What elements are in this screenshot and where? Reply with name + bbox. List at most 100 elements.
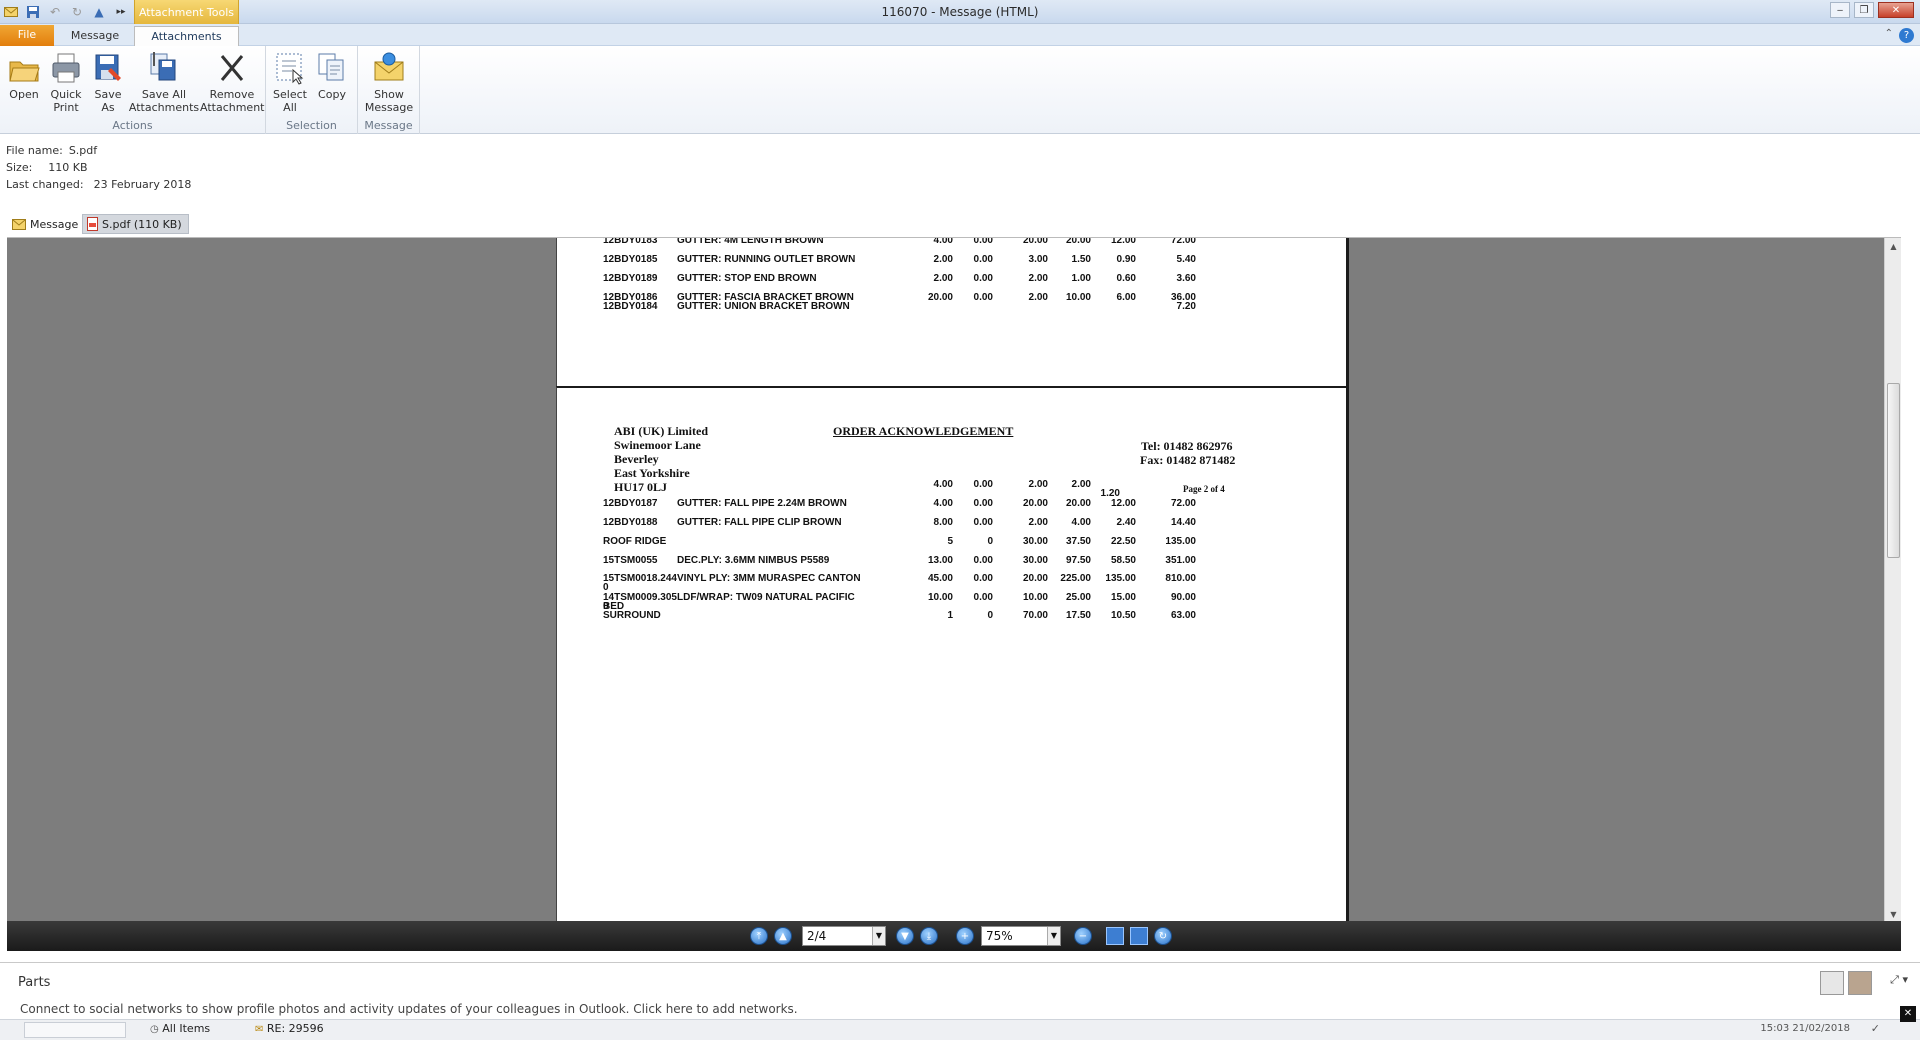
- page1-row-code: 12BDY0183: [603, 237, 658, 246]
- customize-toolbar-icon[interactable]: ▸▸: [112, 3, 130, 21]
- select-all-label-1: Select: [273, 88, 307, 101]
- page1-row-value: 3.00: [1028, 254, 1048, 265]
- page2-row-value: 90.00: [1170, 592, 1196, 603]
- zoom-out-icon[interactable]: −: [1074, 927, 1092, 945]
- save-as-button[interactable]: Save As: [90, 50, 126, 114]
- page2-row-value: 1: [947, 610, 953, 621]
- folder-open-icon: [9, 61, 40, 82]
- save-icon[interactable]: [24, 3, 42, 21]
- page1-row-value: 72.00: [1170, 237, 1196, 246]
- scroll-down-arrow-icon[interactable]: ▼: [1885, 906, 1901, 921]
- open-button[interactable]: Open: [6, 50, 42, 101]
- open-label: Open: [9, 88, 39, 101]
- remove-attachment-button[interactable]: Remove Attachment: [200, 50, 265, 114]
- page2-row-value: 2.00: [1028, 517, 1048, 528]
- page2-row-code-continued: SURROUND: [603, 610, 661, 621]
- page2-row-value: 14.40: [1170, 517, 1196, 528]
- select-all-label-2: All: [283, 101, 297, 114]
- page2-row-value: 10.00: [927, 592, 953, 603]
- show-message-icon: [374, 52, 404, 81]
- page2-row-value: 135.00: [1165, 536, 1196, 547]
- page2-row-description: VINYL PLY: 3MM MURASPEC CANTON: [677, 573, 861, 584]
- message-group-label: Message: [364, 119, 413, 132]
- page2-row-value: 2.40: [1116, 517, 1136, 528]
- pane-expand-icon[interactable]: ⤢ ▾: [1890, 973, 1908, 987]
- page1-row-value: 5.40: [1176, 254, 1196, 265]
- copy-button[interactable]: Copy: [314, 50, 350, 101]
- page1-row-value: 12.00: [1110, 237, 1136, 246]
- redo-icon[interactable]: ↻: [68, 3, 86, 21]
- zoom-in-icon[interactable]: +: [956, 927, 974, 945]
- close-button[interactable]: ✕: [1878, 2, 1914, 18]
- page1-row-description: GUTTER: UNION BRACKET BROWN: [677, 301, 850, 312]
- person-placeholder-avatar[interactable]: [1820, 971, 1844, 995]
- next-page-icon[interactable]: ▼: [896, 927, 914, 945]
- last-page-icon[interactable]: ⤓: [920, 927, 938, 945]
- ribbon: Open Quick Print Save As Save All Attach…: [0, 46, 1920, 134]
- page2-row-value: 0.00: [973, 555, 993, 566]
- attachment-tab-pdf[interactable]: S.pdf (110 KB): [82, 214, 189, 234]
- page2-row-value: 20.00: [1065, 498, 1091, 509]
- page1-row-value: 0.00: [973, 273, 993, 284]
- fit-width-icon[interactable]: [1130, 927, 1148, 945]
- vertical-scrollbar[interactable]: ▲ ▼: [1884, 238, 1901, 921]
- page2-row-value: 10.00: [1022, 592, 1048, 603]
- undo-icon[interactable]: ↶: [46, 3, 64, 21]
- page-number-select[interactable]: 2/4 ▼: [802, 926, 886, 946]
- tab-message[interactable]: Message: [60, 26, 130, 46]
- scroll-up-arrow-icon[interactable]: ▲: [1885, 238, 1901, 254]
- page-count: Page 2 of 4: [1183, 484, 1225, 494]
- attachment-tab-pdf-label: S.pdf (110 KB): [102, 217, 182, 231]
- save-all-attachments-button[interactable]: Save All Attachments: [128, 50, 200, 114]
- page-dropdown-icon[interactable]: ▼: [872, 927, 885, 945]
- help-icon[interactable]: ?: [1899, 28, 1914, 43]
- attachment-tab-message[interactable]: Message: [8, 214, 84, 234]
- page1-row-value: 0.60: [1116, 273, 1136, 284]
- quick-print-label-2: Print: [53, 101, 79, 114]
- zoom-select[interactable]: 75% ▼: [981, 926, 1061, 946]
- item-status[interactable]: ✉ RE: 29596: [255, 1022, 324, 1035]
- outlook-envelope-icon[interactable]: [2, 3, 20, 21]
- fit-page-icon[interactable]: [1106, 927, 1124, 945]
- show-message-button[interactable]: Show Message: [364, 50, 414, 114]
- pdf-viewer[interactable]: 12BDY0183 GUTTER: 4M LENGTH BROWN 4.00 0.00…: [7, 237, 1901, 921]
- page1-row-value: 2.00: [933, 273, 953, 284]
- file-name-value: S.pdf: [68, 144, 98, 157]
- previous-page-icon[interactable]: ▲: [774, 927, 792, 945]
- page2-row-code: 15TSM0018.244: [603, 573, 677, 584]
- zoom-dropdown-icon[interactable]: ▼: [1047, 927, 1060, 945]
- page2-row-value: 37.50: [1065, 536, 1091, 547]
- scroll-thumb[interactable]: [1887, 383, 1900, 558]
- show-message-label-1: Show: [374, 88, 404, 101]
- person-photo-avatar[interactable]: [1848, 971, 1872, 995]
- check-icon[interactable]: ✓: [1871, 1022, 1880, 1035]
- page1-row-value: 20.00: [1065, 237, 1091, 246]
- select-all-button[interactable]: Select All: [272, 50, 308, 114]
- tab-file[interactable]: File: [0, 25, 54, 46]
- message-group: Show Message Message: [358, 46, 420, 134]
- pdf-page-2: ABI (UK) Limited Swinemoor Lane Beverley…: [556, 386, 1349, 921]
- page1-row-value: 0.90: [1116, 254, 1136, 265]
- first-page-icon[interactable]: ⤒: [750, 927, 768, 945]
- collapse-ribbon-icon[interactable]: ⌃: [1885, 28, 1893, 43]
- tab-attachments[interactable]: Attachments: [134, 26, 239, 47]
- minimize-button[interactable]: ‒: [1830, 2, 1850, 18]
- rotate-icon[interactable]: ↻: [1154, 927, 1172, 945]
- size-value: 110 KB: [48, 161, 88, 174]
- save-all-label-1: Save All: [141, 88, 187, 101]
- connect-networks-link[interactable]: Connect to social networks to show profi…: [20, 1002, 798, 1016]
- envelope-icon: [12, 218, 26, 230]
- all-items-status[interactable]: ◷ All Items: [150, 1022, 210, 1035]
- page2-row-value: 45.00: [927, 573, 953, 584]
- page1-row-value: 6.00: [1116, 292, 1136, 303]
- quick-print-button[interactable]: Quick Print: [46, 50, 86, 114]
- page2-row-value: 70.00: [1022, 610, 1048, 621]
- restore-button[interactable]: ❐: [1854, 2, 1874, 18]
- page2-row-value: 12.00: [1110, 498, 1136, 509]
- pane-splitter[interactable]: [0, 951, 1920, 963]
- page1-row-value: 3.60: [1176, 273, 1196, 284]
- page2-row-value: 0: [987, 536, 993, 547]
- page2-row-value: 15.00: [1110, 592, 1136, 603]
- pane-close-icon[interactable]: ✕: [1900, 1006, 1916, 1022]
- up-arrow-icon[interactable]: ▲: [90, 3, 108, 21]
